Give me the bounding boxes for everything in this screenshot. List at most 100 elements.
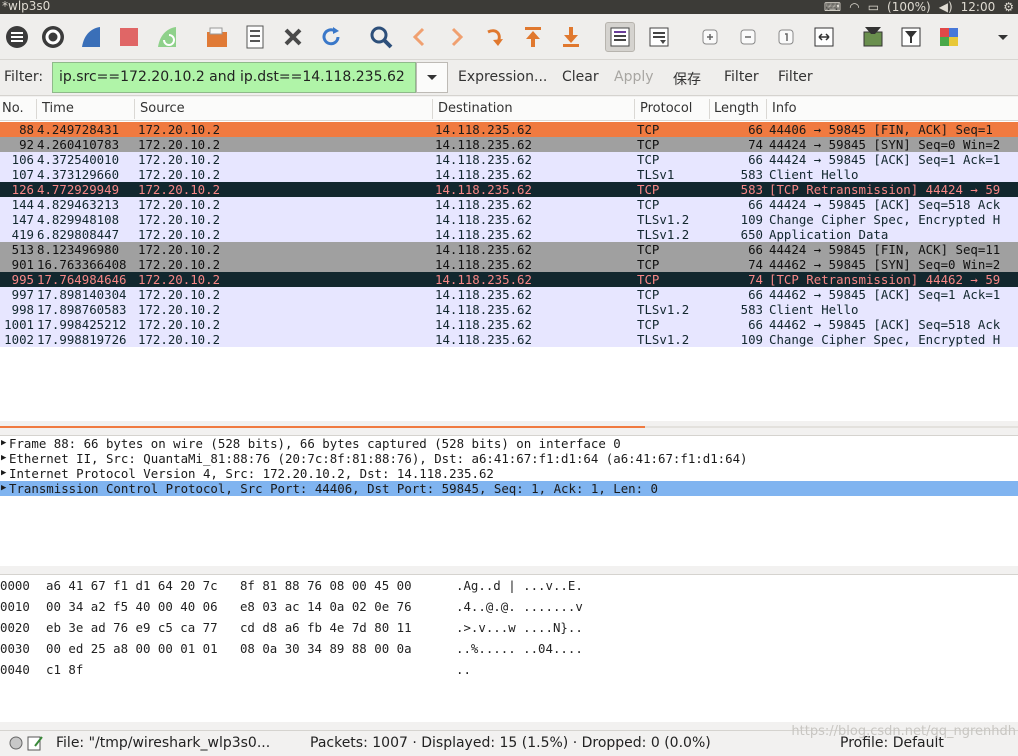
table-row[interactable]: 88 4.249728431 172.20.10.2 14.118.235.62 TCP…: [0, 122, 1018, 137]
resize-columns-icon: [814, 27, 834, 47]
bytes-row[interactable]: 0040 c1 8f..: [0, 659, 1018, 680]
bytes-row[interactable]: 0010 00 34 a2 f5 40 00 40 06 e8 03 ac 14 …: [0, 596, 1018, 617]
expand-arrow-icon[interactable]: ▶: [1, 436, 6, 451]
table-row[interactable]: 107 4.373129660 172.20.10.2 14.118.235.62 TL…: [0, 167, 1018, 182]
column-separator[interactable]: [709, 99, 710, 119]
column-header-length[interactable]: Length: [714, 101, 759, 116]
close-file-button[interactable]: [278, 22, 308, 52]
capture-options-button[interactable]: [38, 22, 68, 52]
expand-arrow-icon[interactable]: ▶: [1, 481, 6, 496]
display-filter-input[interactable]: ip.src==172.20.10.2 and ip.dst==14.118.2…: [52, 62, 416, 93]
start-capture-button[interactable]: [76, 22, 106, 52]
table-row[interactable]: 147 4.829948108 172.20.10.2 14.118.235.62 TL…: [0, 212, 1018, 227]
reload-button[interactable]: [316, 22, 346, 52]
column-header-protocol[interactable]: Protocol: [640, 101, 692, 116]
wifi-icon[interactable]: ◠: [849, 0, 859, 14]
expert-info-icon[interactable]: [8, 734, 24, 756]
start-capture-icon: [82, 27, 100, 47]
keyboard-icon[interactable]: ⌨: [824, 0, 841, 14]
table-row[interactable]: 144 4.829463213 172.20.10.2 14.118.235.62 TC…: [0, 197, 1018, 212]
coloring-rules-button[interactable]: [934, 22, 964, 52]
open-file-button[interactable]: [202, 22, 232, 52]
packet-list[interactable]: No. Time Source Destination Protocol Len…: [0, 97, 1018, 421]
save-filter-button[interactable]: 保存: [673, 69, 701, 89]
go-last-button[interactable]: [556, 22, 586, 52]
display-filters-button[interactable]: [896, 22, 926, 52]
column-separator[interactable]: [432, 99, 433, 119]
packet-time: 17.998425212: [37, 317, 127, 332]
packet-length: 74: [748, 272, 763, 287]
column-header-no[interactable]: No.: [2, 101, 24, 116]
table-row[interactable]: 419 6.829808447 172.20.10.2 14.118.235.62 TL…: [0, 227, 1018, 242]
filter-history-dropdown[interactable]: [416, 62, 448, 93]
clear-filter-button[interactable]: Clear: [562, 69, 599, 85]
table-row[interactable]: 995 17.764984646 172.20.10.2 14.118.235.62 T…: [0, 272, 1018, 287]
capture-filters-button[interactable]: [858, 22, 888, 52]
go-back-button[interactable]: [404, 22, 434, 52]
auto-scroll-button[interactable]: [605, 22, 635, 52]
table-row[interactable]: 1001 17.998425212 172.20.10.2 14.118.235.62…: [0, 317, 1018, 332]
colorize-button[interactable]: [644, 22, 674, 52]
column-header-source[interactable]: Source: [140, 101, 185, 116]
interface-list-button[interactable]: [2, 22, 32, 52]
bytes-row[interactable]: 0020 eb 3e ad 76 e9 c5 ca 77 cd d8 a6 fb …: [0, 617, 1018, 638]
resize-columns-button[interactable]: [809, 22, 839, 52]
packet-protocol: TCP: [637, 122, 660, 137]
expression-button[interactable]: Expression...: [458, 69, 547, 85]
column-separator[interactable]: [634, 99, 635, 119]
column-separator[interactable]: [766, 99, 767, 119]
table-row[interactable]: 998 17.898760583 172.20.10.2 14.118.235.62 T…: [0, 302, 1018, 317]
detail-tree-item[interactable]: ▶ Internet Protocol Version 4, Src: 172.2…: [0, 466, 1018, 481]
battery-icon[interactable]: ▭: [868, 0, 879, 14]
packet-time: 4.829948108: [37, 212, 120, 227]
expand-arrow-icon[interactable]: ▶: [1, 466, 6, 481]
go-forward-button[interactable]: [442, 22, 472, 52]
zoom-out-button[interactable]: [733, 22, 763, 52]
table-row[interactable]: 106 4.372540010 172.20.10.2 14.118.235.62 TC…: [0, 152, 1018, 167]
packet-length: 109: [740, 332, 763, 347]
pane-splitter[interactable]: [0, 566, 1018, 575]
packet-protocol: TCP: [637, 152, 660, 167]
table-row[interactable]: 997 17.898140304 172.20.10.2 14.118.235.62 T…: [0, 287, 1018, 302]
filter-button-2[interactable]: Filter: [778, 69, 813, 85]
apply-filter-button[interactable]: Apply: [614, 69, 654, 85]
expand-arrow-icon[interactable]: ▶: [1, 451, 6, 466]
filter-button-1[interactable]: Filter: [724, 69, 759, 85]
table-row[interactable]: 513 8.123496980 172.20.10.2 14.118.235.62 TC…: [0, 242, 1018, 257]
settings-gear-icon[interactable]: ⚙: [1003, 0, 1014, 14]
pane-splitter[interactable]: [0, 421, 1018, 435]
column-separator[interactable]: [134, 99, 135, 119]
detail-tree-item[interactable]: ▶ Transmission Control Protocol, Src Port…: [0, 481, 1018, 496]
table-row[interactable]: 92 4.260410783 172.20.10.2 14.118.235.62 TCP…: [0, 137, 1018, 152]
table-row[interactable]: 901 16.763366408 172.20.10.2 14.118.235.62 T…: [0, 257, 1018, 272]
go-to-packet-button[interactable]: [480, 22, 510, 52]
packet-bytes[interactable]: 0000 a6 41 67 f1 d1 64 20 7c 8f 81 88 76 …: [0, 575, 1018, 722]
go-first-button[interactable]: [518, 22, 548, 52]
bytes-row[interactable]: 0000 a6 41 67 f1 d1 64 20 7c 8f 81 88 76 …: [0, 575, 1018, 596]
zoom-in-button[interactable]: [695, 22, 725, 52]
volume-icon[interactable]: ◀): [939, 0, 953, 14]
normal-size-button[interactable]: [771, 22, 801, 52]
column-separator[interactable]: [36, 99, 37, 119]
table-row[interactable]: 126 4.772929949 172.20.10.2 14.118.235.62 TC…: [0, 182, 1018, 197]
column-header-info[interactable]: Info: [772, 101, 797, 116]
packet-source: 172.20.10.2: [138, 302, 221, 317]
packet-destination: 14.118.235.62: [435, 137, 532, 152]
find-packet-button[interactable]: [366, 22, 396, 52]
save-file-button[interactable]: [240, 22, 270, 52]
detail-tree-item[interactable]: ▶ Frame 88: 66 bytes on wire (528 bits), …: [0, 436, 1018, 451]
capture-comment-icon[interactable]: [26, 734, 44, 756]
column-header-time[interactable]: Time: [42, 101, 74, 116]
bytes-row[interactable]: 0030 00 ed 25 a8 00 00 01 01 08 0a 30 34 …: [0, 638, 1018, 659]
packet-rows: 88 4.249728431 172.20.10.2 14.118.235.62 TCP…: [0, 122, 1018, 347]
stop-capture-button[interactable]: [114, 22, 144, 52]
clock[interactable]: 12:00: [961, 0, 996, 14]
more-tools-button[interactable]: [988, 22, 1018, 52]
packet-time: 17.764984646: [37, 272, 127, 287]
packet-length: 583: [740, 167, 763, 182]
table-row[interactable]: 1002 17.998819726 172.20.10.2 14.118.235.62…: [0, 332, 1018, 347]
packet-details[interactable]: ▶ Frame 88: 66 bytes on wire (528 bits), …: [0, 435, 1018, 566]
restart-capture-button[interactable]: [152, 22, 182, 52]
column-header-destination[interactable]: Destination: [438, 101, 513, 116]
detail-tree-item[interactable]: ▶ Ethernet II, Src: QuantaMi_81:88:76 (20…: [0, 451, 1018, 466]
